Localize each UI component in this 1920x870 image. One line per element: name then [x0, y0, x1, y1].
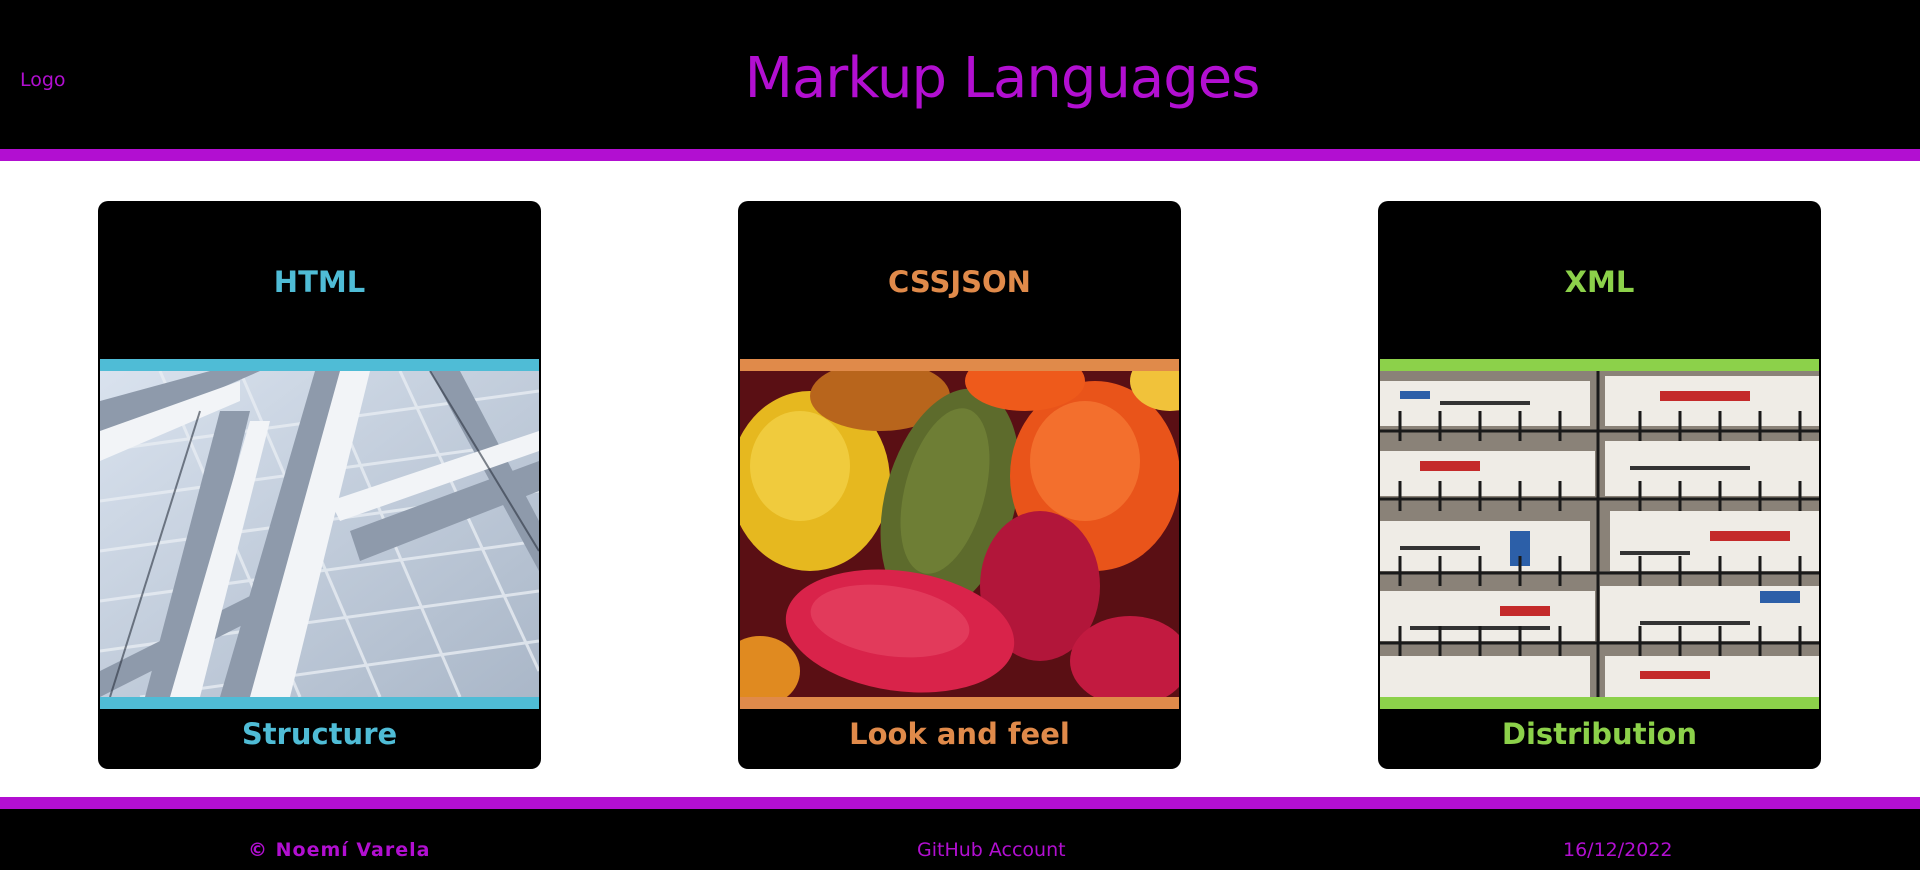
newspaper-rack-graphic	[1380, 371, 1819, 697]
card-caption: Look and feel	[849, 717, 1070, 751]
author-credit: © Noemí Varela	[248, 839, 431, 861]
site-footer: © Noemí Varela GitHub Account 16/12/2022	[0, 797, 1920, 870]
html-card: HTML Structure	[98, 201, 541, 769]
steel-architecture-graphic	[100, 371, 539, 697]
site-header: Logo Markup Languages	[0, 0, 1920, 161]
page-title: Markup Languages	[744, 46, 1261, 111]
footer-date: 16/12/2022	[1563, 839, 1673, 861]
newspaper-rack-image	[1380, 359, 1819, 709]
card-title: XML	[1564, 265, 1635, 299]
cssjson-card: CSSJSON Look and feel	[738, 201, 1181, 769]
card-title: CSSJSON	[888, 265, 1031, 299]
xml-card: XML Distribution	[1378, 201, 1821, 769]
card-title: HTML	[273, 265, 366, 299]
card-caption: Structure	[241, 717, 398, 751]
card-caption: Distribution	[1501, 717, 1698, 751]
candy-graphic	[740, 371, 1179, 697]
steel-architecture-image	[100, 359, 539, 709]
github-account-link[interactable]: GitHub Account	[917, 839, 1066, 861]
candy-image	[740, 359, 1179, 709]
